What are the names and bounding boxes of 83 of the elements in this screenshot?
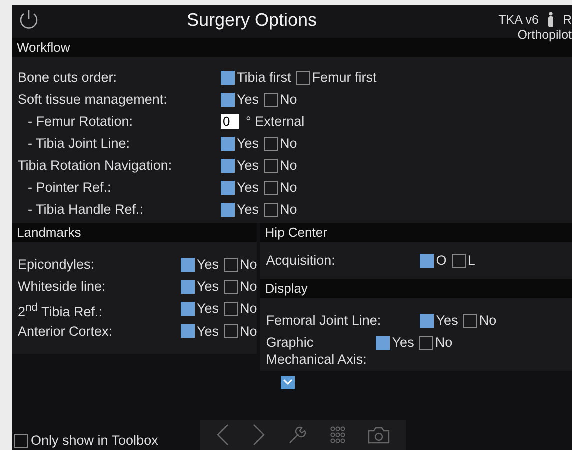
choice-label[interactable]: No [280, 201, 298, 218]
section-header: Hip Center [260, 223, 572, 242]
choice-label[interactable]: No [240, 256, 258, 273]
option-label: Graphic Mechanical Axis: [266, 334, 368, 368]
option-label: Tibia Rotation Navigation: [18, 157, 174, 174]
checkbox[interactable] [181, 258, 195, 272]
checkbox[interactable] [264, 158, 278, 172]
grid-icon[interactable] [330, 426, 346, 444]
wrench-icon[interactable] [288, 425, 308, 445]
option-label: - Tibia Handle Ref.: [27, 201, 145, 218]
chevron-down-icon[interactable] [281, 376, 295, 389]
choice-label[interactable]: No [280, 135, 298, 152]
checkbox[interactable] [221, 136, 235, 150]
choice-label[interactable]: Yes [436, 312, 458, 329]
section-header: Landmarks [12, 223, 258, 242]
choice-label[interactable]: No [240, 322, 258, 340]
checkbox[interactable] [221, 202, 235, 216]
choice-label[interactable]: Yes [197, 256, 220, 273]
checkbox[interactable] [452, 254, 466, 268]
back-icon[interactable] [216, 424, 230, 446]
choice-label[interactable]: No [280, 157, 298, 174]
option-label: Anterior Cortex: [18, 322, 114, 340]
choice-label[interactable]: Yes [237, 201, 260, 218]
number-field[interactable]: 0 [221, 114, 239, 129]
checkbox[interactable] [221, 92, 235, 106]
checkbox[interactable] [264, 136, 278, 150]
choice-label[interactable]: L [468, 252, 476, 269]
option-label: Acquisition: [266, 252, 336, 269]
option-label: - Pointer Ref.: [27, 179, 112, 196]
checkbox[interactable] [264, 180, 278, 194]
checkbox[interactable] [224, 302, 238, 316]
choice-label[interactable]: Yes [237, 157, 260, 174]
window-title: Surgery Options [187, 10, 318, 31]
option-label: Bone cuts order: [18, 69, 118, 86]
checkbox[interactable] [224, 258, 238, 272]
option-label: Whiteside line: [18, 278, 107, 295]
option-label: - Femur Rotation: [27, 113, 134, 130]
checkbox[interactable] [221, 180, 235, 194]
checkbox[interactable] [224, 280, 238, 294]
forward-icon[interactable] [252, 424, 266, 446]
choice-label[interactable]: No [240, 300, 258, 317]
checkbox-label[interactable]: Only show in Toolbox [31, 432, 158, 449]
camera-icon[interactable] [368, 426, 390, 444]
side-label: R [562, 13, 572, 27]
choice-label[interactable]: No [435, 334, 453, 351]
option-label: Soft tissue management: [18, 91, 168, 108]
checkbox[interactable] [264, 92, 278, 106]
checkbox[interactable] [419, 336, 434, 350]
option-label: Femoral Joint Line: [266, 312, 382, 329]
checkbox[interactable] [181, 324, 195, 338]
choice-label[interactable]: Yes [197, 300, 220, 317]
choice-label[interactable]: Yes [197, 322, 220, 340]
checkbox[interactable] [296, 70, 310, 84]
unit-label: ° External [246, 113, 305, 130]
power-icon[interactable] [18, 9, 40, 31]
choice-label[interactable]: Tibia first [237, 69, 292, 86]
option-label: 2$^{nd}$ Tibia Ref.: [18, 301, 104, 320]
choice-label[interactable]: No [280, 179, 298, 196]
choice-label[interactable]: Yes [237, 179, 260, 196]
checkbox[interactable] [264, 202, 278, 216]
option-label: Epicondyles: [18, 256, 96, 273]
choice-label[interactable]: Yes [237, 91, 260, 108]
choice-label[interactable]: Femur first [312, 69, 377, 86]
choice-label[interactable]: No [240, 278, 258, 295]
checkbox[interactable] [181, 302, 195, 316]
checkbox[interactable] [224, 324, 238, 338]
checkbox[interactable] [221, 70, 235, 84]
choice-label[interactable]: Yes [392, 334, 414, 351]
checkbox[interactable] [181, 280, 195, 294]
checkbox[interactable] [420, 314, 434, 328]
section-header: Display [260, 279, 572, 298]
checkbox[interactable] [14, 434, 28, 448]
version-label: TKA v6 [498, 13, 539, 27]
choice-label[interactable]: Yes [237, 135, 260, 152]
choice-label[interactable]: O [436, 252, 447, 269]
checkbox[interactable] [463, 314, 478, 328]
choice-label[interactable]: No [479, 312, 497, 329]
choice-label[interactable]: No [280, 91, 298, 108]
checkbox[interactable] [221, 158, 235, 172]
checkbox[interactable] [420, 254, 434, 268]
checkbox[interactable] [376, 336, 390, 350]
option-label: - Tibia Joint Line: [27, 135, 132, 152]
choice-label[interactable]: Yes [197, 278, 220, 295]
